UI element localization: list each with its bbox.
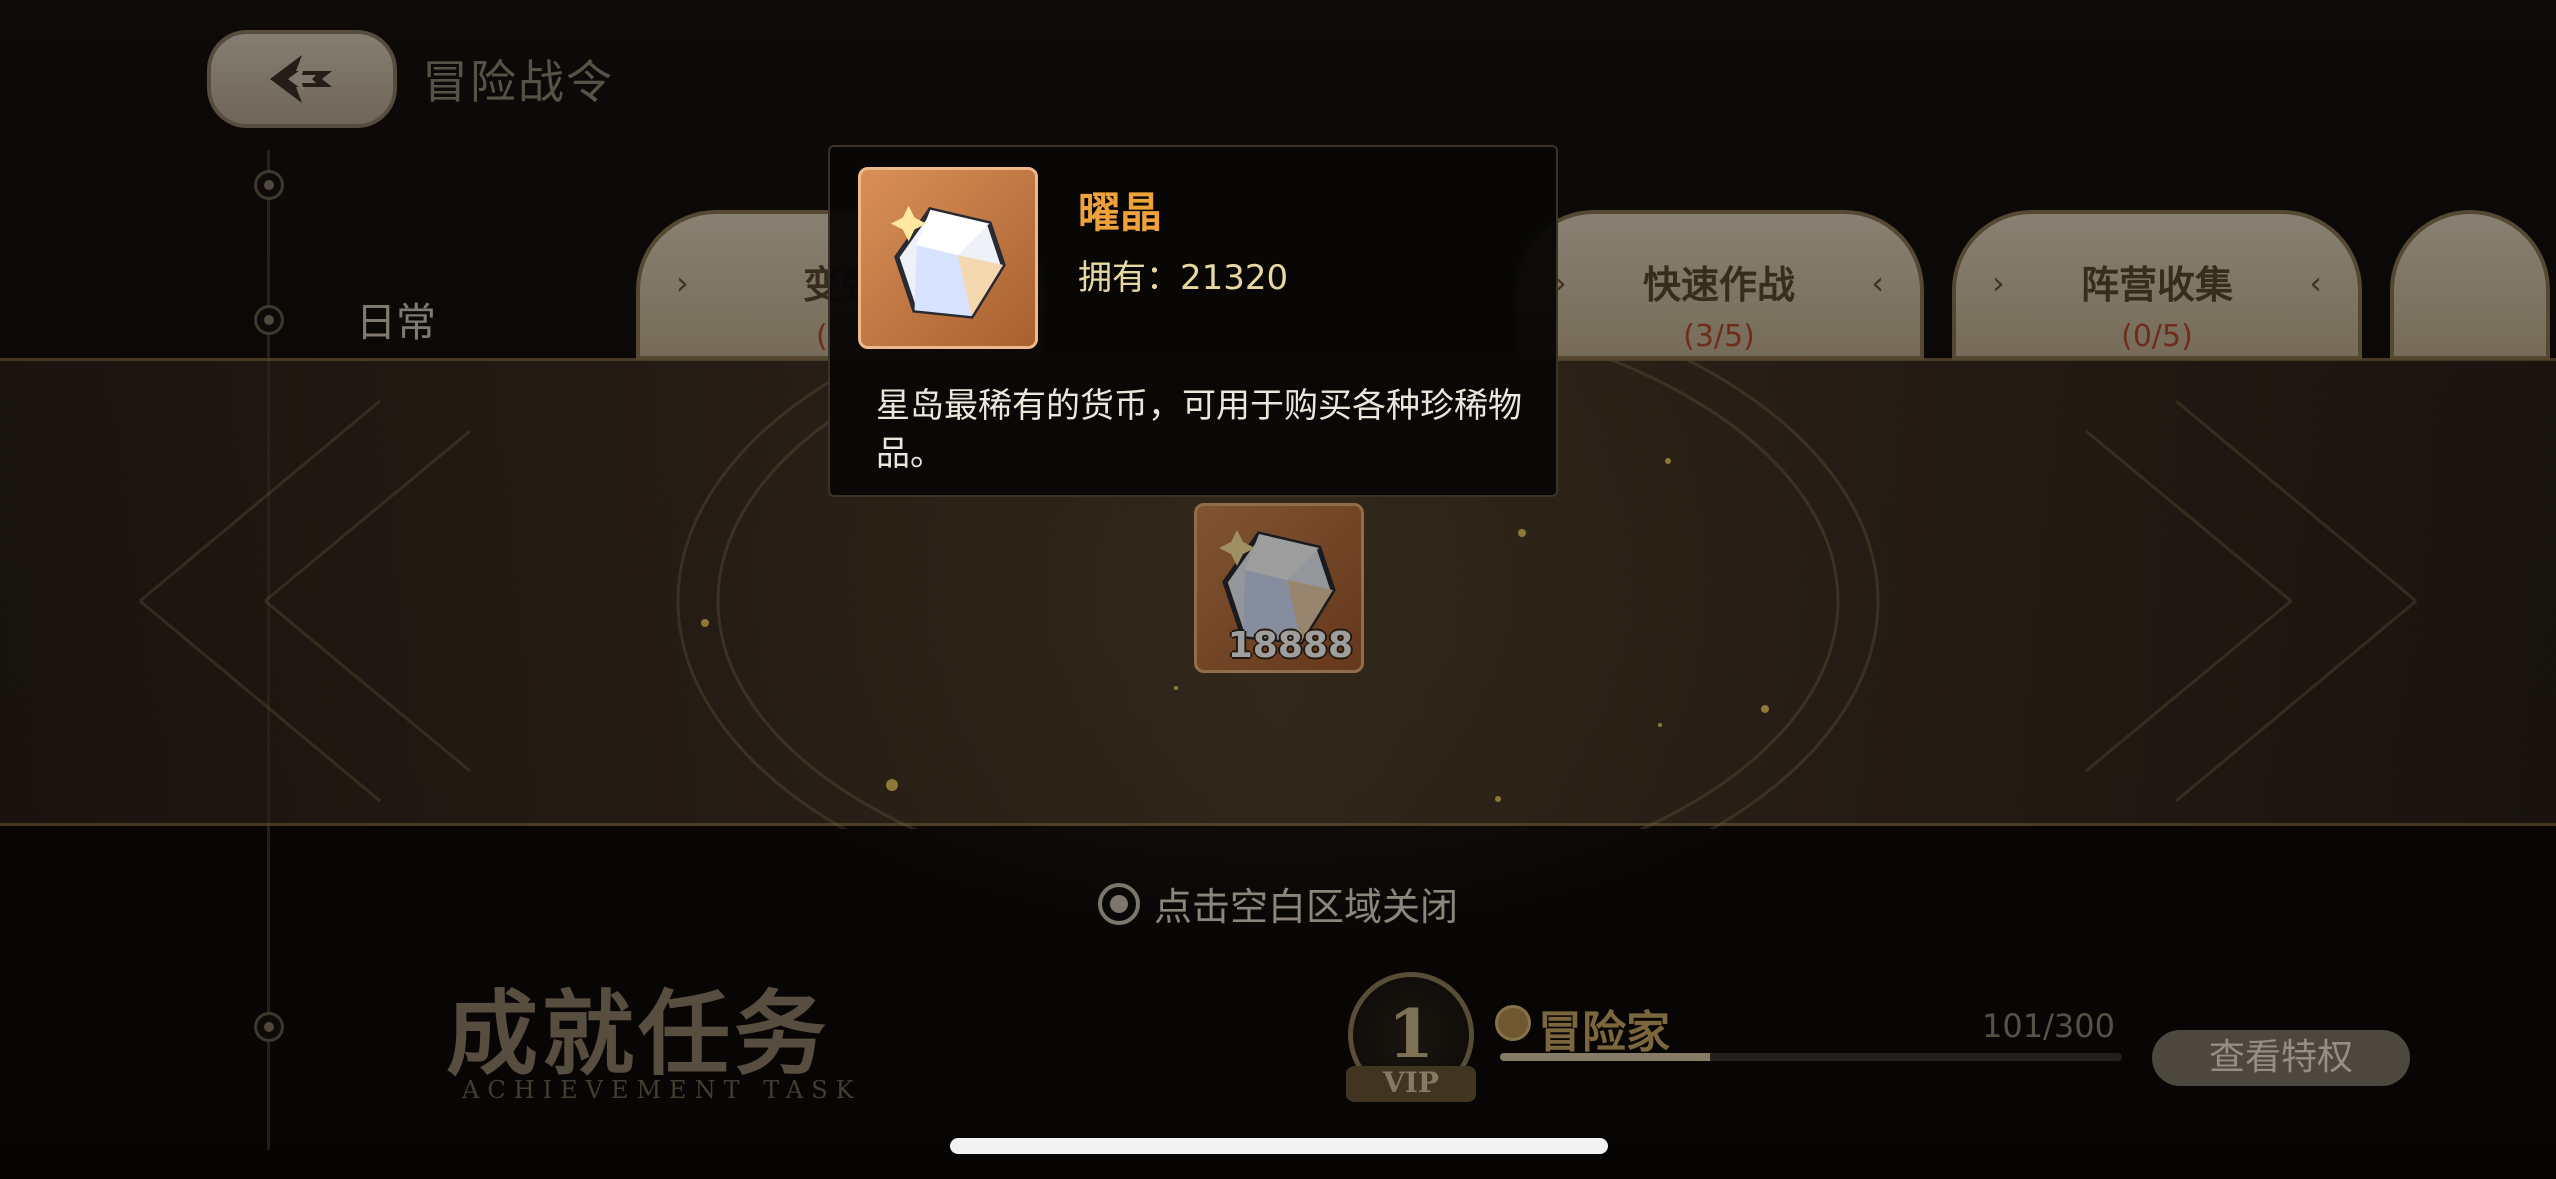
- item-name: 曜晶: [1078, 188, 1163, 237]
- item-description: 星岛最稀有的货币，可用于购买各种珍稀物品。: [876, 386, 1522, 474]
- item-tooltip: 曜晶 拥有：21320 星岛最稀有的货币，可用于购买各种珍稀物品。: [828, 145, 1558, 497]
- tooltip-item-icon: [858, 167, 1038, 349]
- home-indicator[interactable]: [950, 1138, 1608, 1154]
- crystal-icon: [890, 205, 1006, 319]
- owned-label: 拥有：: [1078, 258, 1180, 298]
- item-owned: 拥有：21320: [1078, 250, 1288, 299]
- owned-value: 21320: [1180, 258, 1289, 298]
